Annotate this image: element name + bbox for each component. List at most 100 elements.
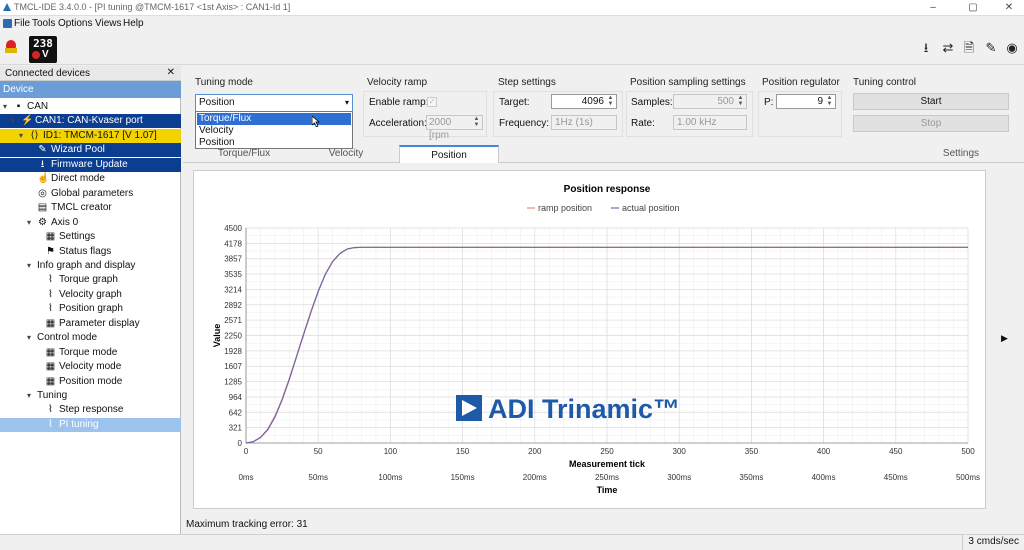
tuning-option-velocity[interactable]: Velocity [197, 125, 351, 137]
start-button[interactable]: Start [853, 93, 1009, 110]
tree-item-12[interactable]: ⌇ Torque graph [0, 273, 181, 287]
command-rate: 3 cmds/sec [962, 535, 1024, 550]
tree-item-label: Global parameters [51, 187, 134, 199]
tree-item-label: Tuning [37, 390, 68, 401]
target-input[interactable]: 4096 ▲ ▼ [551, 94, 617, 109]
tree-item-0[interactable]: ▾ ▪ CAN [0, 100, 181, 114]
expand-arrow-icon[interactable]: ▾ [27, 216, 35, 230]
samples-input[interactable]: 500 ▲ ▼ [673, 94, 747, 109]
tree-item-3[interactable]: ✎ Wizard Pool [0, 143, 181, 158]
tree-item-2[interactable]: ▾ ⟨⟩ ID1: TMCM-1617 [V 1.07] [0, 128, 181, 143]
menu-options[interactable]: Options [58, 18, 92, 29]
tree-item-4[interactable]: ⭳ Firmware Update [0, 157, 181, 172]
swap-arrows-icon[interactable]: ⇄ [940, 40, 956, 56]
panel-close-icon[interactable]: ✕ [167, 67, 175, 78]
tuning-mode-selected: Position [199, 97, 235, 108]
x2-tick-label: 450ms [884, 473, 908, 482]
tab-position[interactable]: Position [399, 145, 499, 163]
target-spin-icon[interactable]: ▲ ▼ [606, 95, 615, 108]
emergency-stop-icon[interactable] [5, 40, 17, 54]
tree-item-8[interactable]: ▾ ⚙ Axis 0 [0, 216, 181, 230]
tree-item-17[interactable]: ▦ Torque mode [0, 346, 181, 360]
app-logo-icon [3, 3, 11, 11]
tree-item-6[interactable]: ◎ Global parameters [0, 187, 181, 201]
tree-item-22[interactable]: ⌇ PI tuning [0, 417, 181, 432]
app-menu-icon [3, 19, 12, 28]
tree-item-label: Control mode [37, 332, 98, 344]
x2-tick-label: 200ms [523, 473, 547, 482]
tree-item-5[interactable]: ☝ Direct mode [0, 172, 181, 186]
samples-spin-icon[interactable]: ▲ ▼ [736, 95, 745, 108]
tree-item-19[interactable]: ▦ Position mode [0, 375, 181, 389]
axis-icon: ⚙ [38, 216, 47, 228]
p-input[interactable]: 9 ▲ ▼ [776, 94, 836, 109]
y-axis-label: Value [212, 324, 222, 348]
tree-item-1[interactable]: ▾ ⚡ CAN1: CAN-Kvaser port [0, 114, 181, 129]
menu-help[interactable]: Help [123, 18, 144, 29]
magic-wand-icon[interactable]: ✎ [983, 40, 999, 56]
tree-item-11[interactable]: ▾ Info graph and display [0, 259, 181, 273]
expand-arrow-icon[interactable]: ▾ [27, 331, 35, 345]
title-bar: TMCL-IDE 3.4.0.0 - [PI tuning @TMCM-1617… [0, 0, 1024, 16]
acceleration-spin-icon[interactable]: ▲ ▼ [472, 116, 481, 129]
expand-arrow-icon[interactable]: ▾ [27, 389, 35, 403]
tree-item-label: CAN [27, 101, 49, 112]
expand-arrow-icon[interactable]: ▾ [3, 100, 11, 114]
document-search-icon[interactable]: 🗎 [961, 40, 977, 56]
enable-ramp-checkbox[interactable]: ✓ [427, 97, 437, 107]
menu-tools[interactable]: Tools [32, 18, 55, 29]
tree-item-7[interactable]: ▤ TMCL creator [0, 201, 181, 215]
maximize-button[interactable]: ▢ [960, 0, 986, 16]
download-icon[interactable]: ⭳ [918, 40, 934, 56]
x2-tick-label: 400ms [812, 473, 836, 482]
expand-arrow-icon[interactable]: ▾ [11, 114, 19, 128]
tree-item-16[interactable]: ▾ Control mode [0, 331, 181, 345]
chart-frame: Position response ramp position actual pos… [193, 170, 986, 509]
stop-button[interactable]: Stop [853, 115, 1009, 132]
y-tick-label: 3535 [224, 270, 242, 279]
expand-arrow-icon[interactable]: ▾ [27, 259, 35, 273]
tree-item-18[interactable]: ▦ Velocity mode [0, 360, 181, 374]
tab-settings[interactable]: Settings [923, 145, 999, 163]
acceleration-input[interactable]: 2000 [rpm ▲ ▼ [426, 115, 483, 141]
expand-arrow-icon[interactable]: ▾ [19, 129, 27, 143]
x-tick-label: 400 [817, 447, 831, 456]
tree-item-14[interactable]: ⌇ Position graph [0, 302, 181, 316]
flag-icon: ⚑ [46, 245, 55, 257]
p-spin-icon[interactable]: ▲ ▼ [825, 95, 834, 108]
tree-item-10[interactable]: ⚑ Status flags [0, 245, 181, 259]
tuning-option-torque-flux[interactable]: Torque/Flux [197, 113, 351, 125]
tree-item-15[interactable]: ▦ Parameter display [0, 317, 181, 331]
p-label: P: [764, 97, 774, 108]
x-tick-label: 500 [961, 447, 975, 456]
tree-item-label: PI tuning [59, 418, 99, 430]
tree-item-20[interactable]: ▾ Tuning [0, 389, 181, 403]
table-icon: ▦ [45, 375, 56, 387]
y-tick-label: 1285 [224, 378, 242, 387]
status-bar: 3 cmds/sec [0, 534, 1024, 550]
tuning-control-title: Tuning control [853, 77, 916, 88]
graph-icon: ⌇ [48, 418, 53, 430]
dropdown-arrow-icon[interactable]: ▾ [345, 95, 349, 111]
voltage-display-icon[interactable]: 238 V [29, 36, 57, 63]
tree-item-label: Axis 0 [51, 216, 79, 228]
x-tick-label: 250 [600, 447, 614, 456]
tuning-mode-select[interactable]: Position ▾ [195, 94, 353, 112]
frequency-input[interactable]: 1Hz (1s) [551, 115, 617, 130]
tree-item-13[interactable]: ⌇ Velocity graph [0, 288, 181, 302]
frequency-label: Frequency: [499, 118, 550, 129]
expand-right-arrow-icon[interactable]: ▶ [1001, 333, 1008, 344]
tree-item-21[interactable]: ⌇ Step response [0, 403, 181, 417]
close-button[interactable]: ✕ [996, 0, 1022, 16]
y-tick-label: 0 [238, 439, 243, 448]
rate-input[interactable]: 1.00 kHz [673, 115, 747, 130]
menu-views[interactable]: Views [95, 18, 122, 29]
connected-devices-panel: Connected devices ✕ Device ▾ ▪ CAN ▾ ⚡ CAN1: … [0, 66, 181, 534]
menu-file[interactable]: File [14, 18, 30, 29]
samples-label: Samples: [631, 97, 673, 108]
tree-item-9[interactable]: ▦ Settings [0, 230, 181, 244]
minimize-button[interactable]: – [920, 0, 946, 16]
eye-icon[interactable]: ◉ [1004, 40, 1020, 56]
tuning-option-position[interactable]: Position [197, 137, 351, 149]
device-column-label: Device [3, 84, 34, 95]
